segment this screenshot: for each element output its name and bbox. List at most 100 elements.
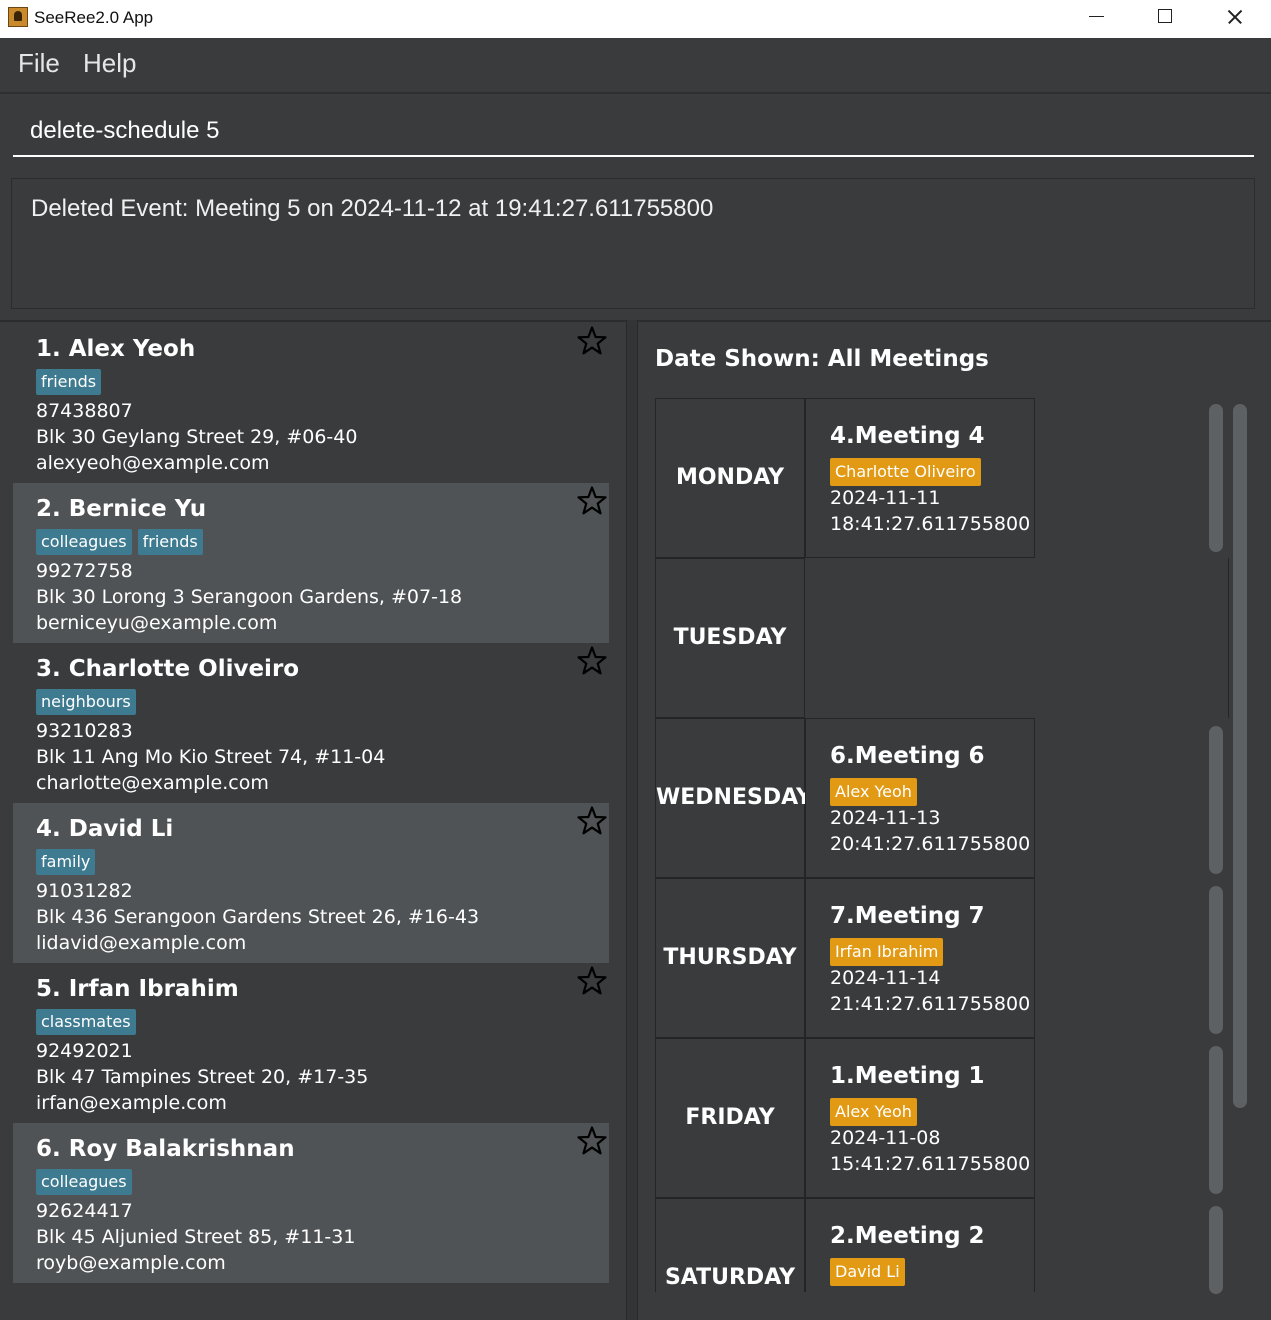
tag-list: colleagues	[36, 1169, 138, 1197]
result-text: Deleted Event: Meeting 5 on 2024-11-12 a…	[31, 195, 714, 222]
split-pane-divider[interactable]	[626, 320, 638, 1320]
maximize-button[interactable]	[1130, 0, 1198, 34]
title-bar: SeeRee2.0 App	[0, 0, 1271, 38]
person-email: berniceyu@example.com	[36, 612, 278, 634]
meeting-date: 2024-11-11	[830, 487, 941, 509]
person-card[interactable]: 1. Alex Yeoh friends 87438807 Blk 30 Geylan…	[13, 323, 609, 483]
tag-badge: classmates	[36, 1009, 136, 1035]
date-shown-heading: Date Shown: All Meetings	[655, 346, 989, 372]
day-label: THURSDAY	[663, 945, 797, 970]
person-phone: 92624417	[36, 1200, 133, 1222]
star-icon[interactable]	[576, 805, 608, 837]
star-icon[interactable]	[576, 485, 608, 517]
tag-badge: friends	[137, 529, 203, 555]
person-address: Blk 30 Geylang Street 29, #06-40	[36, 426, 358, 448]
meeting-card[interactable]: 1.Meeting 1 Alex Yeoh 2024-11-08 15:41:27.6…	[805, 1038, 1035, 1198]
person-name: 3. Charlotte Oliveiro	[36, 656, 300, 682]
minimize-button[interactable]	[1062, 0, 1130, 34]
meeting-date: 2024-11-13	[830, 807, 941, 829]
person-email: alexyeoh@example.com	[36, 452, 270, 474]
day-label: FRIDAY	[685, 1105, 775, 1130]
meeting-scrollbar[interactable]	[1209, 1046, 1223, 1194]
meeting-card[interactable]: 7.Meeting 7 Irfan Ibrahim 2024-11-14 21:41:…	[805, 878, 1035, 1038]
meeting-person-tag: David Li	[830, 1258, 905, 1286]
star-icon[interactable]	[576, 1125, 608, 1157]
person-address: Blk 45 Aljunied Street 85, #11-31	[36, 1226, 356, 1248]
person-address: Blk 11 Ang Mo Kio Street 74, #11-04	[36, 746, 386, 768]
day-cell: SATURDAY	[655, 1198, 805, 1292]
star-icon[interactable]	[576, 645, 608, 677]
tag-badge: friends	[36, 369, 102, 395]
person-email: royb@example.com	[36, 1252, 226, 1274]
schedule-scrollbar[interactable]	[1233, 404, 1247, 1108]
meeting-date: 2024-11-14	[830, 967, 941, 989]
person-email: irfan@example.com	[36, 1092, 227, 1114]
star-icon[interactable]	[576, 325, 608, 357]
day-cell: MONDAY	[655, 398, 805, 558]
person-phone: 87438807	[36, 400, 133, 422]
meeting-card[interactable]: 2.Meeting 2 David Li	[805, 1198, 1035, 1292]
meeting-person-tag: Charlotte Oliveiro	[830, 458, 981, 486]
schedule-grid[interactable]: MONDAY 4.Meeting 4 Charlotte Oliveiro 2024-…	[655, 398, 1231, 1292]
person-card[interactable]: 5. Irfan Ibrahim classmates 92492021 Blk 47…	[13, 963, 609, 1123]
person-email: lidavid@example.com	[36, 932, 247, 954]
person-name: 6. Roy Balakrishnan	[36, 1136, 295, 1162]
meeting-title: 7.Meeting 7	[830, 903, 985, 929]
person-phone: 93210283	[36, 720, 133, 742]
person-name: 5. Irfan Ibrahim	[36, 976, 239, 1002]
person-address: Blk 436 Serangoon Gardens Street 26, #16…	[36, 906, 480, 928]
meeting-person-tag: Alex Yeoh	[830, 778, 917, 806]
person-email: charlotte@example.com	[36, 772, 269, 794]
menu-file[interactable]: File	[18, 48, 60, 79]
day-label: MONDAY	[675, 465, 785, 490]
command-input[interactable]: delete-schedule 5	[13, 99, 1254, 157]
person-address: Blk 47 Tampines Street 20, #17-35	[36, 1066, 369, 1088]
meeting-person-tag: Alex Yeoh	[830, 1098, 917, 1126]
person-name: 2. Bernice Yu	[36, 496, 207, 522]
menu-bar: File Help	[0, 39, 1271, 94]
meeting-scrollbar[interactable]	[1209, 404, 1223, 552]
close-button[interactable]	[1200, 0, 1268, 34]
person-card[interactable]: 4. David Li family 91031282 Blk 436 Serango…	[13, 803, 609, 963]
day-label: WEDNESDAY	[656, 785, 812, 810]
tag-badge: colleagues	[36, 1169, 132, 1195]
meeting-title: 1.Meeting 1	[830, 1063, 985, 1089]
day-cell: FRIDAY	[655, 1038, 805, 1198]
day-label: TUESDAY	[673, 625, 787, 650]
empty-meeting-cell	[805, 558, 1229, 718]
meeting-scrollbar[interactable]	[1209, 886, 1223, 1034]
tag-list: colleagues friends	[36, 529, 209, 557]
meeting-time: 21:41:27.611755800	[830, 993, 1031, 1015]
person-phone: 99272758	[36, 560, 133, 582]
person-card[interactable]: 3. Charlotte Oliveiro neighbours 93210283 B…	[13, 643, 609, 803]
menu-help[interactable]: Help	[83, 48, 136, 79]
meeting-title: 6.Meeting 6	[830, 743, 985, 769]
meeting-date: 2024-11-08	[830, 1127, 941, 1149]
meeting-time: 15:41:27.611755800	[830, 1153, 1031, 1175]
day-cell: THURSDAY	[655, 878, 805, 1038]
meeting-card[interactable]: 4.Meeting 4 Charlotte Oliveiro 2024-11-11 1…	[805, 398, 1035, 558]
meeting-time: 18:41:27.611755800	[830, 513, 1031, 535]
tag-badge: neighbours	[36, 689, 136, 715]
window-title: SeeRee2.0 App	[34, 8, 154, 27]
day-cell: WEDNESDAY	[655, 718, 812, 878]
meeting-time: 20:41:27.611755800	[830, 833, 1031, 855]
person-card[interactable]: 2. Bernice Yu colleagues friends 99272758 Bl…	[13, 483, 609, 643]
tag-badge: family	[36, 849, 96, 875]
meeting-scrollbar[interactable]	[1209, 1206, 1223, 1294]
star-icon[interactable]	[576, 965, 608, 997]
tag-badge: colleagues	[36, 529, 132, 555]
tag-list: family	[36, 849, 101, 877]
day-cell: TUESDAY	[655, 558, 805, 718]
result-display: Deleted Event: Meeting 5 on 2024-11-12 a…	[11, 178, 1255, 309]
person-card[interactable]: 6. Roy Balakrishnan colleagues 92624417 Blk…	[13, 1123, 609, 1283]
person-name: 4. David Li	[36, 816, 174, 842]
tag-list: neighbours	[36, 689, 142, 717]
meeting-card[interactable]: 6.Meeting 6 Alex Yeoh 2024-11-13 20:41:27.6…	[805, 718, 1035, 878]
meeting-title: 2.Meeting 2	[830, 1223, 985, 1249]
meeting-person-tag: Irfan Ibrahim	[830, 938, 944, 966]
person-phone: 91031282	[36, 880, 133, 902]
tag-list: classmates	[36, 1009, 142, 1037]
meeting-scrollbar[interactable]	[1209, 726, 1223, 874]
person-name: 1. Alex Yeoh	[36, 336, 196, 362]
